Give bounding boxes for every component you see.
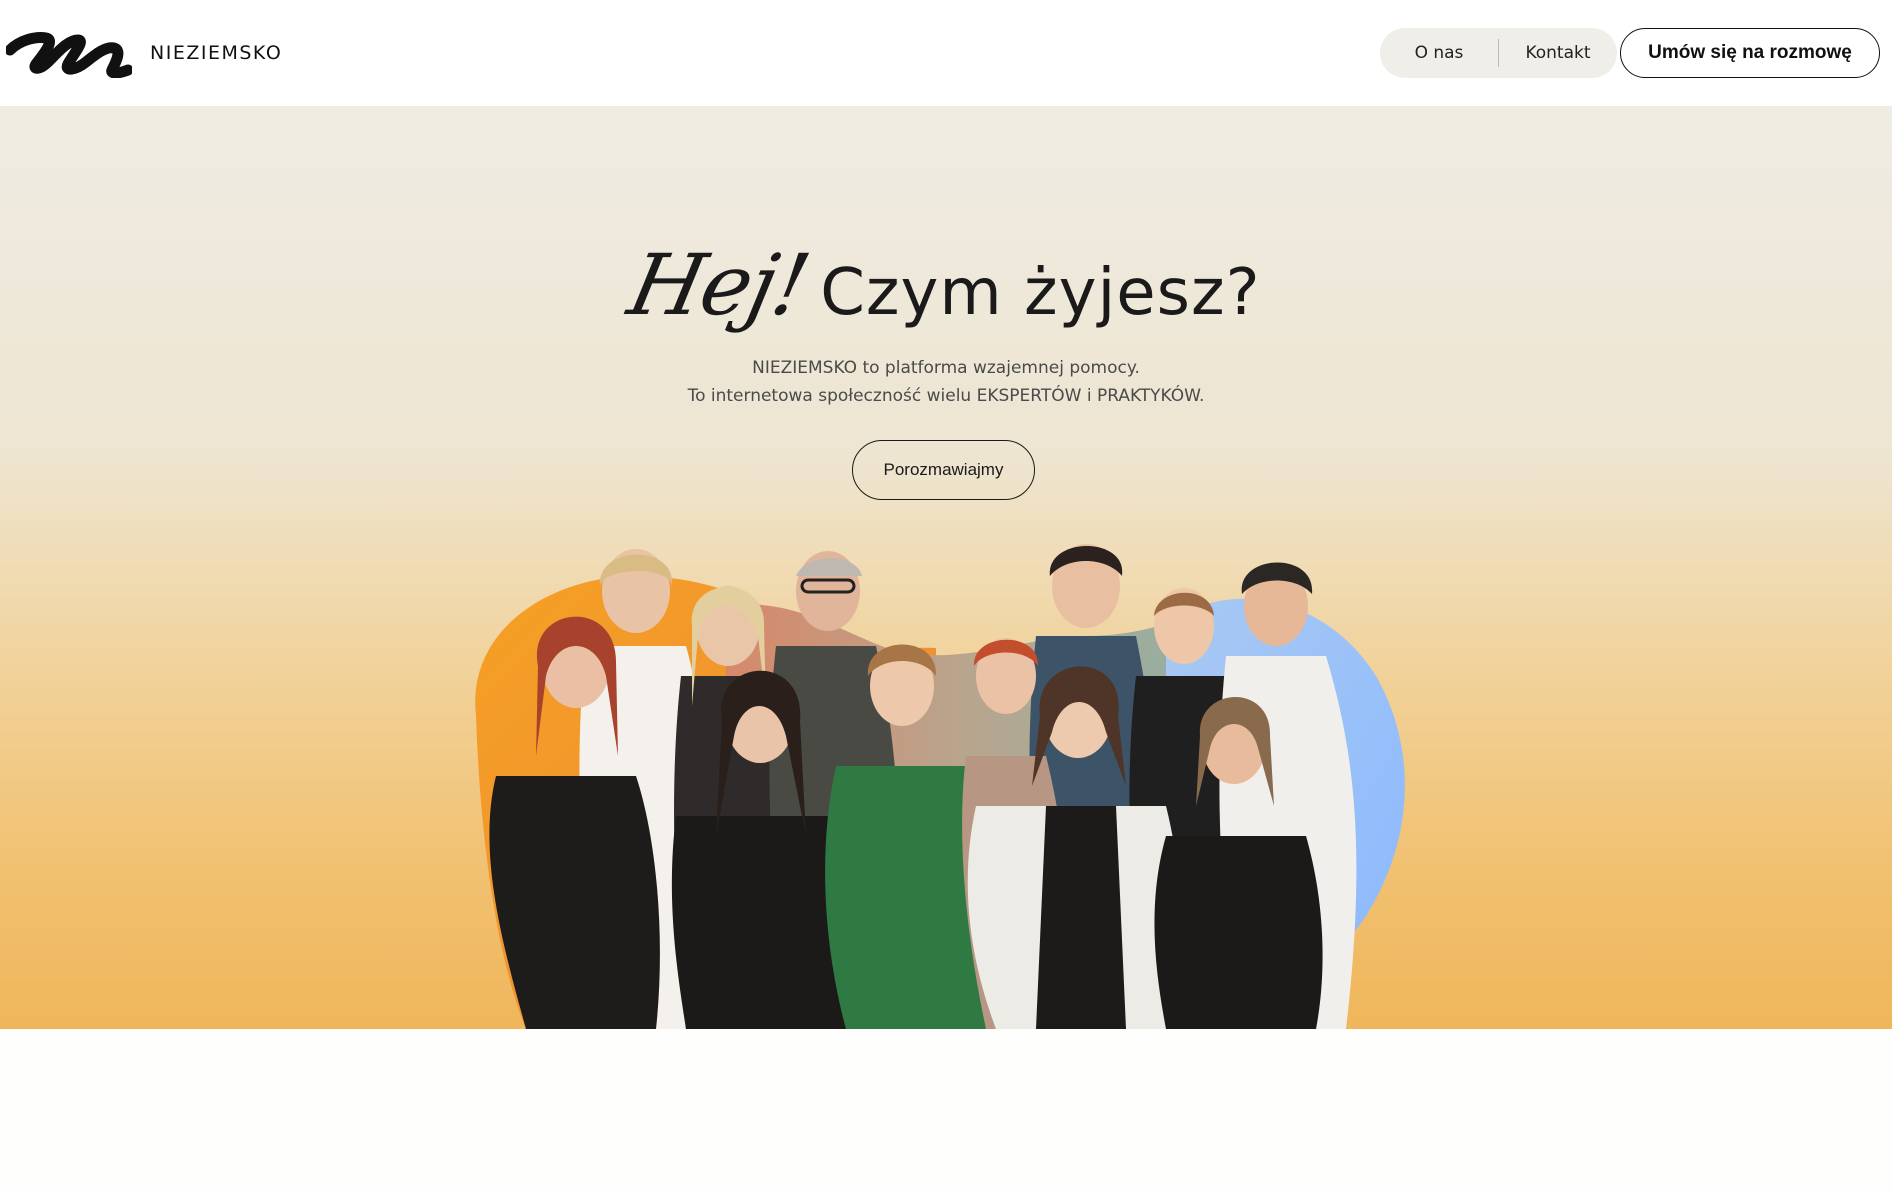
hero-subtitle-line-2: To internetowa społeczność wielu EKSPERT… <box>687 386 1205 406</box>
logo-mark-icon <box>6 32 132 78</box>
hero-subtitle: NIEZIEMSKO to platforma wzajemnej pomocy… <box>0 354 1892 410</box>
logo-link[interactable]: NIEZIEMSKO <box>6 26 282 78</box>
hero-headline-main: Czym żyjesz? <box>820 256 1261 330</box>
nav-link-contact[interactable]: Kontakt <box>1499 43 1617 63</box>
lets-talk-button[interactable]: Porozmawiajmy <box>852 440 1035 500</box>
hero-section: Hej!Czym żyjesz? NIEZIEMSKO to platforma… <box>0 106 1892 1029</box>
site-header: NIEZIEMSKO O nas Kontakt Umów się na roz… <box>0 0 1892 106</box>
next-section <box>0 1029 1892 1193</box>
book-call-button[interactable]: Umów się na rozmowę <box>1620 28 1880 78</box>
hero-headline-script: Hej! <box>621 236 817 334</box>
team-group-photo <box>475 544 1405 1029</box>
nav-link-about[interactable]: O nas <box>1380 43 1498 63</box>
hero-subtitle-line-1: NIEZIEMSKO to platforma wzajemnej pomocy… <box>752 358 1140 378</box>
logo-wordmark: NIEZIEMSKO <box>150 42 283 64</box>
hero-headline: Hej!Czym żyjesz? <box>0 236 1892 334</box>
main-nav: O nas Kontakt <box>1380 28 1617 78</box>
